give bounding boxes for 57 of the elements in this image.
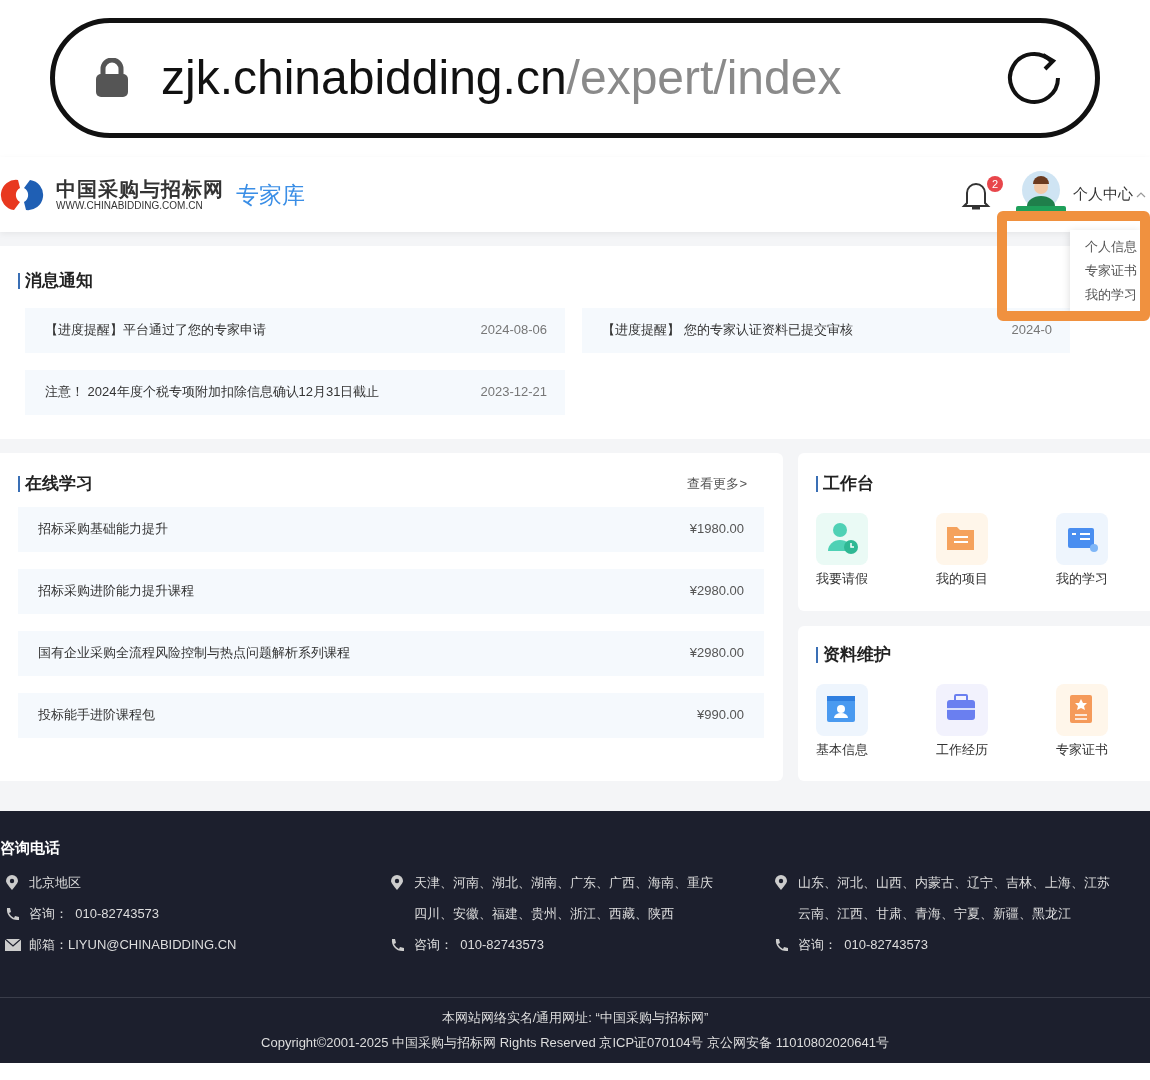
contact-text: 咨询： 010-82743573 [798, 936, 929, 955]
logo-icon [0, 177, 44, 212]
product-name: 专家库 [236, 181, 305, 211]
dropdown-item[interactable]: 专家证书 [1085, 262, 1137, 280]
id-card-icon [1056, 512, 1108, 565]
section-title: 工作台 [823, 473, 874, 495]
briefcase-icon [936, 683, 988, 736]
shortcut-tile[interactable]: 我的学习 [1056, 512, 1116, 588]
contact-text: 咨询： 010-82743573 [414, 936, 545, 955]
profile-card-icon [816, 683, 868, 736]
notice-item[interactable]: 注意！ 2024年度个税专项附加扣除信息确认12月31日截止 2023-12-21 [25, 369, 565, 415]
course-item[interactable]: 招标采购进阶能力提升课程 ¥2980.00 [18, 568, 764, 614]
logo-title: 中国采购与招标网 [56, 177, 224, 200]
shortcut-tile[interactable]: 专家证书 [1056, 683, 1116, 759]
address-bar[interactable]: zjk.chinabidding.cn/expert/index [50, 18, 1100, 138]
contact-text: 四川、安徽、福建、贵州、浙江、西藏、陕西 [414, 905, 674, 924]
copyright-text: Copyright©2001-2025 中国采购与招标网 Rights Reserved 京ICP证070104号 京公网安备 11010802020641号 [261, 1034, 889, 1052]
lock-icon [95, 58, 129, 98]
dropdown-item[interactable]: 我的学习 [1085, 286, 1137, 304]
notification-button[interactable]: 2 [961, 175, 1003, 214]
section-title: 资料维护 [823, 644, 891, 666]
site-name-text: 本网站网络实名/通用网址: “中国采购与招标网” [441, 1008, 709, 1027]
course-item[interactable]: 投标能手进阶课程包 ¥990.00 [18, 692, 764, 738]
contact-text: 山东、河北、山西、内蒙古、辽宁、吉林、上海、江苏 [798, 874, 1110, 893]
notice-item[interactable]: 【进度提醒】 您的专家认证资料已提交审核 2024-0 [582, 307, 1070, 353]
section-title: 消息通知 [25, 270, 93, 292]
phone-icon [774, 937, 789, 953]
user-menu[interactable]: 个人中心 [1073, 183, 1146, 206]
contact-text: 云南、江西、甘肃、青海、宁夏、新疆、黑龙江 [798, 905, 1071, 924]
shortcut-tile[interactable]: 工作经历 [936, 683, 996, 759]
location-icon [390, 875, 404, 891]
person-clock-icon [816, 512, 868, 565]
course-item[interactable]: 国有企业采购全流程风险控制与热点问题解析系列课程 ¥2980.00 [18, 630, 764, 676]
shortcut-tile[interactable]: 基本信息 [816, 683, 876, 759]
course-item[interactable]: 招标采购基础能力提升 ¥1980.00 [18, 506, 764, 552]
notification-badge: 2 [987, 175, 1003, 192]
section-title: 在线学习 [25, 473, 93, 495]
logo-subtitle: WWW.CHINABIDDING.COM.CN [56, 199, 204, 212]
location-icon [5, 875, 19, 891]
footer-title: 咨询电话 [0, 838, 61, 858]
dropdown-item[interactable]: 个人信息 [1085, 238, 1137, 256]
caret-up-icon [1136, 190, 1146, 199]
phone-icon [5, 906, 20, 922]
mail-icon [5, 939, 21, 951]
phone-icon [390, 937, 405, 953]
contact-text: 邮箱：LIYUN@CHINABIDDING.CN [29, 936, 237, 955]
certificate-icon [1056, 683, 1108, 736]
url-text[interactable]: zjk.chinabidding.cn/expert/index [161, 54, 842, 102]
folder-icon [936, 512, 988, 565]
shortcut-tile[interactable]: 我要请假 [816, 512, 876, 588]
notice-item[interactable]: 【进度提醒】平台通过了您的专家申请 2024-08-06 [25, 307, 565, 353]
contact-text: 咨询： 010-82743573 [29, 905, 160, 924]
shortcut-tile[interactable]: 我的项目 [936, 512, 996, 588]
more-link[interactable]: 查看更多> [687, 474, 747, 494]
contact-text: 北京地区 [29, 874, 81, 893]
location-icon [774, 875, 788, 891]
contact-text: 天津、河南、湖北、湖南、广东、广西、海南、重庆 [414, 874, 713, 893]
